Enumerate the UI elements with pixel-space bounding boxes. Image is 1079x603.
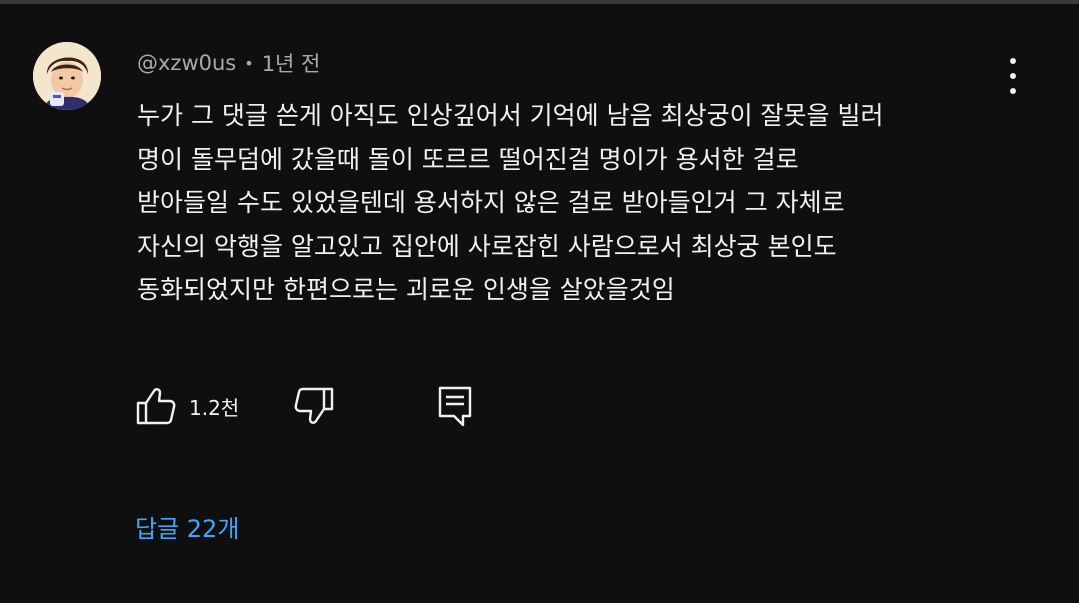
comment-text-line: 자신의 악행을 알고있고 집안에 사로잡힌 사람으로서 최상궁 본인도 [137, 231, 837, 261]
comment-text-line: 받아들일 수도 있었을텐데 용서하지 않은 걸로 받아들인거 그 자체로 [137, 188, 845, 217]
separator-dot: • [244, 53, 254, 73]
comment-text-line: 누가 그 댓글 쓴게 아직도 인상깊어서 기억에 남음 최상궁이 잘못을 빌러 [137, 101, 884, 130]
comment-text-line: 동화되었지만 한편으로는 괴로운 인생을 살았을것임 [137, 275, 675, 304]
like-count: 1.2천 [189, 395, 240, 420]
thumbs-down-icon [294, 387, 334, 424]
author-name[interactable]: @xzw0us [137, 51, 236, 75]
comment-meta: @xzw0us • 1년 전 [137, 49, 320, 77]
comment-time[interactable]: 1년 전 [262, 48, 321, 78]
menu-dot [1010, 73, 1016, 79]
comment-actions: 1.2천 [135, 383, 495, 429]
avatar[interactable] [33, 42, 101, 110]
more-vert-icon[interactable] [998, 58, 1028, 94]
thumbs-up-icon [136, 388, 176, 425]
avatar-image [33, 42, 101, 110]
comment-reply-icon [438, 386, 472, 427]
comment-text: 누가 그 댓글 쓴게 아직도 인상깊어서 기억에 남음 최상궁이 잘못을 빌러 … [137, 94, 1017, 312]
dislike-button[interactable] [293, 383, 335, 429]
like-button[interactable]: 1.2천 [135, 383, 239, 429]
reply-button[interactable] [435, 383, 475, 429]
comment-thread: @xzw0us • 1년 전 누가 그 댓글 쓴게 아직도 인상깊어서 기억에 … [0, 0, 1079, 603]
menu-dot [1010, 58, 1016, 64]
comment-text-line: 명이 돌무덤에 갔을때 돌이 또르르 떨어진걸 명이가 용서한 걸로 [137, 144, 799, 174]
view-replies-button[interactable]: 답글 22개 [135, 506, 239, 546]
